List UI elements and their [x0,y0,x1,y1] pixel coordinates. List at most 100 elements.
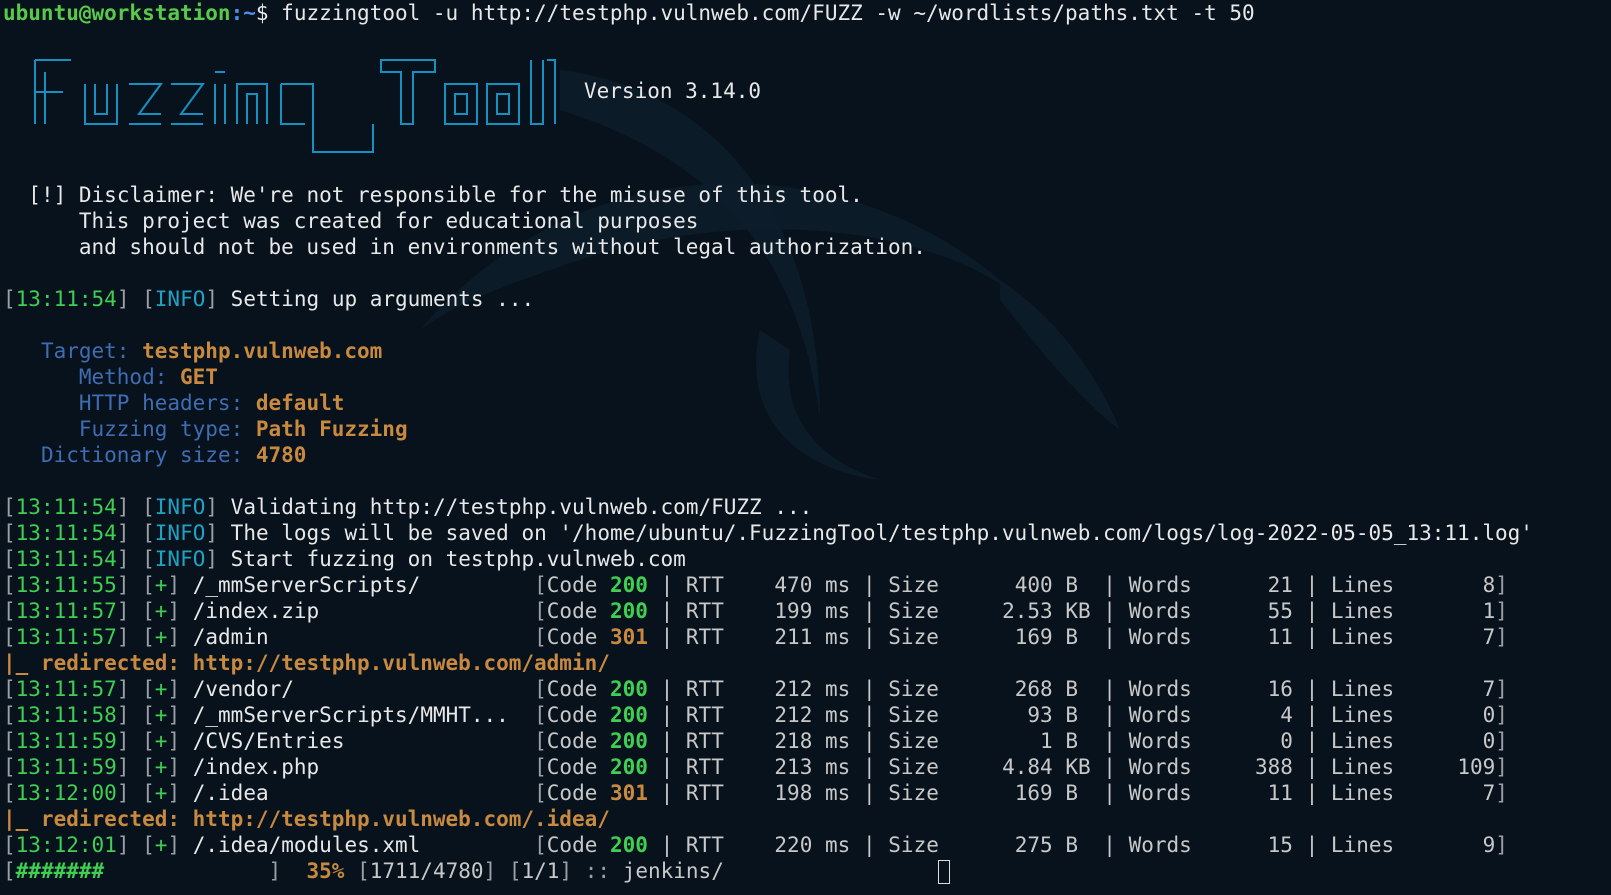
result-rtt: 198 [723,781,813,805]
disclaimer-line-3: and should not be used in environments w… [78,235,926,259]
result-path: /index.zip [192,599,535,623]
result-ms: ms [825,833,851,857]
result-code: 200 [610,755,648,779]
result-code: 200 [610,599,648,623]
result-size-unit: B [1065,833,1091,857]
result-words: 4 [1191,703,1293,727]
result-size-unit: B [1065,573,1091,597]
result-code: 200 [610,703,648,727]
result-code-label: Code [546,703,610,727]
result-lines: 109 [1394,755,1496,779]
result-rtt: 220 [723,833,813,857]
result-ms: ms [825,599,851,623]
result-words: 15 [1191,833,1293,857]
result-words-label: Words [1128,677,1192,701]
command-line: ubuntu@workstation:~$ fuzzingtool -u htt… [3,0,1603,26]
config-dictionary-size: Dictionary size: 4780 [40,443,307,467]
result-row: [13:11:57] [+] /admin [Code 301 | RTT 21… [3,625,1508,649]
progress-percent: 35% [306,859,345,883]
result-words-label: Words [1128,781,1192,805]
result-ms: ms [825,755,851,779]
info-log-line: [13:11:54] [INFO] Start fuzzing on testp… [3,547,686,571]
fuzzingtool-ascii-logo [34,59,556,153]
result-ms: ms [825,703,851,727]
progress-line: [####### ] 35% [1711/4780] [1/1] :: jenk… [3,858,1603,884]
result-code: 301 [610,781,648,805]
config-fuzzing-type: Fuzzing type: Path Fuzzing [78,417,408,441]
result-path: /vendor/ [192,677,535,701]
result-path: /admin [192,625,535,649]
result-plus: + [154,833,168,857]
result-lines-label: Lines [1330,703,1395,727]
result-row: [13:12:01] [+] /.idea/modules.xml [Code … [3,833,1508,857]
result-size: 93 [938,703,1053,727]
result-plus: + [154,755,168,779]
redirect-url[interactable]: http://testphp.vulnweb.com/.idea/ [193,807,610,831]
result-rtt-label: RTT [685,703,724,727]
result-lines: 8 [1394,573,1496,597]
result-words: 11 [1191,781,1293,805]
result-lines: 7 [1394,677,1496,701]
terminal-cursor[interactable] [937,860,950,884]
result-path: /_mmServerScripts/ [192,573,535,597]
result-ms: ms [825,781,851,805]
result-rtt: 211 [723,625,813,649]
result-size-label: Size [888,833,939,857]
result-code: 200 [610,573,648,597]
result-rtt-label: RTT [685,599,724,623]
result-plus: + [154,625,168,649]
result-lines-label: Lines [1330,677,1395,701]
result-lines: 0 [1394,729,1496,753]
progress-jobs: 1/1 [521,859,560,883]
result-rtt-label: RTT [685,573,724,597]
result-size: 169 [938,625,1053,649]
result-code-label: Code [546,755,610,779]
result-rtt-label: RTT [685,729,724,753]
result-rtt: 212 [723,677,813,701]
result-size-label: Size [888,755,939,779]
result-ms: ms [825,729,851,753]
result-words-label: Words [1128,833,1192,857]
result-size: 275 [938,833,1053,857]
redirect-line: |_ redirected: http://testphp.vulnweb.co… [3,807,610,831]
result-rtt: 213 [723,755,813,779]
result-plus: + [154,781,168,805]
result-rtt-label: RTT [685,677,724,701]
config-target: Target: testphp.vulnweb.com [40,339,383,363]
version-text: Version 3.14.0 [584,79,762,103]
result-code: 200 [610,729,648,753]
prompt-path: :~ [230,1,256,25]
result-words-label: Words [1128,755,1192,779]
result-lines-label: Lines [1330,833,1395,857]
prompt-user-host: ubuntu@workstation [3,1,231,25]
result-size-label: Size [888,781,939,805]
result-size-unit: B [1065,729,1091,753]
result-rtt: 218 [723,729,813,753]
result-words: 21 [1191,573,1293,597]
result-path: /_mmServerScripts/MMHT... [192,703,535,727]
result-size: 2.53 [938,599,1053,623]
result-size-unit: B [1065,781,1091,805]
result-rtt-label: RTT [685,781,724,805]
result-words: 16 [1191,677,1293,701]
result-ms: ms [825,625,851,649]
result-code: 200 [610,833,648,857]
result-rtt: 212 [723,703,813,727]
command-text: fuzzingtool -u http://testphp.vulnweb.co… [281,1,1255,25]
info-log-line: [13:11:54] [INFO] Validating http://test… [3,495,813,519]
result-lines: 1 [1394,599,1496,623]
result-time: 13:11:58 [15,703,117,727]
result-path: /.idea [192,781,535,805]
progress-bar: ####### [15,859,105,883]
config-headers: HTTP headers: default [78,391,345,415]
result-row: [13:11:57] [+] /index.zip [Code 200 | RT… [3,599,1508,623]
result-words-label: Words [1128,625,1192,649]
result-time: 13:12:00 [15,781,117,805]
terminal-output: ubuntu@workstation:~$ fuzzingtool -u htt… [3,0,1603,884]
config-method: Method: GET [78,365,218,389]
result-ms: ms [825,573,851,597]
result-words: 388 [1191,755,1293,779]
disclaimer-line-2: This project was created for educational… [78,209,699,233]
redirect-url[interactable]: http://testphp.vulnweb.com/admin/ [193,651,610,675]
result-code: 200 [610,677,648,701]
